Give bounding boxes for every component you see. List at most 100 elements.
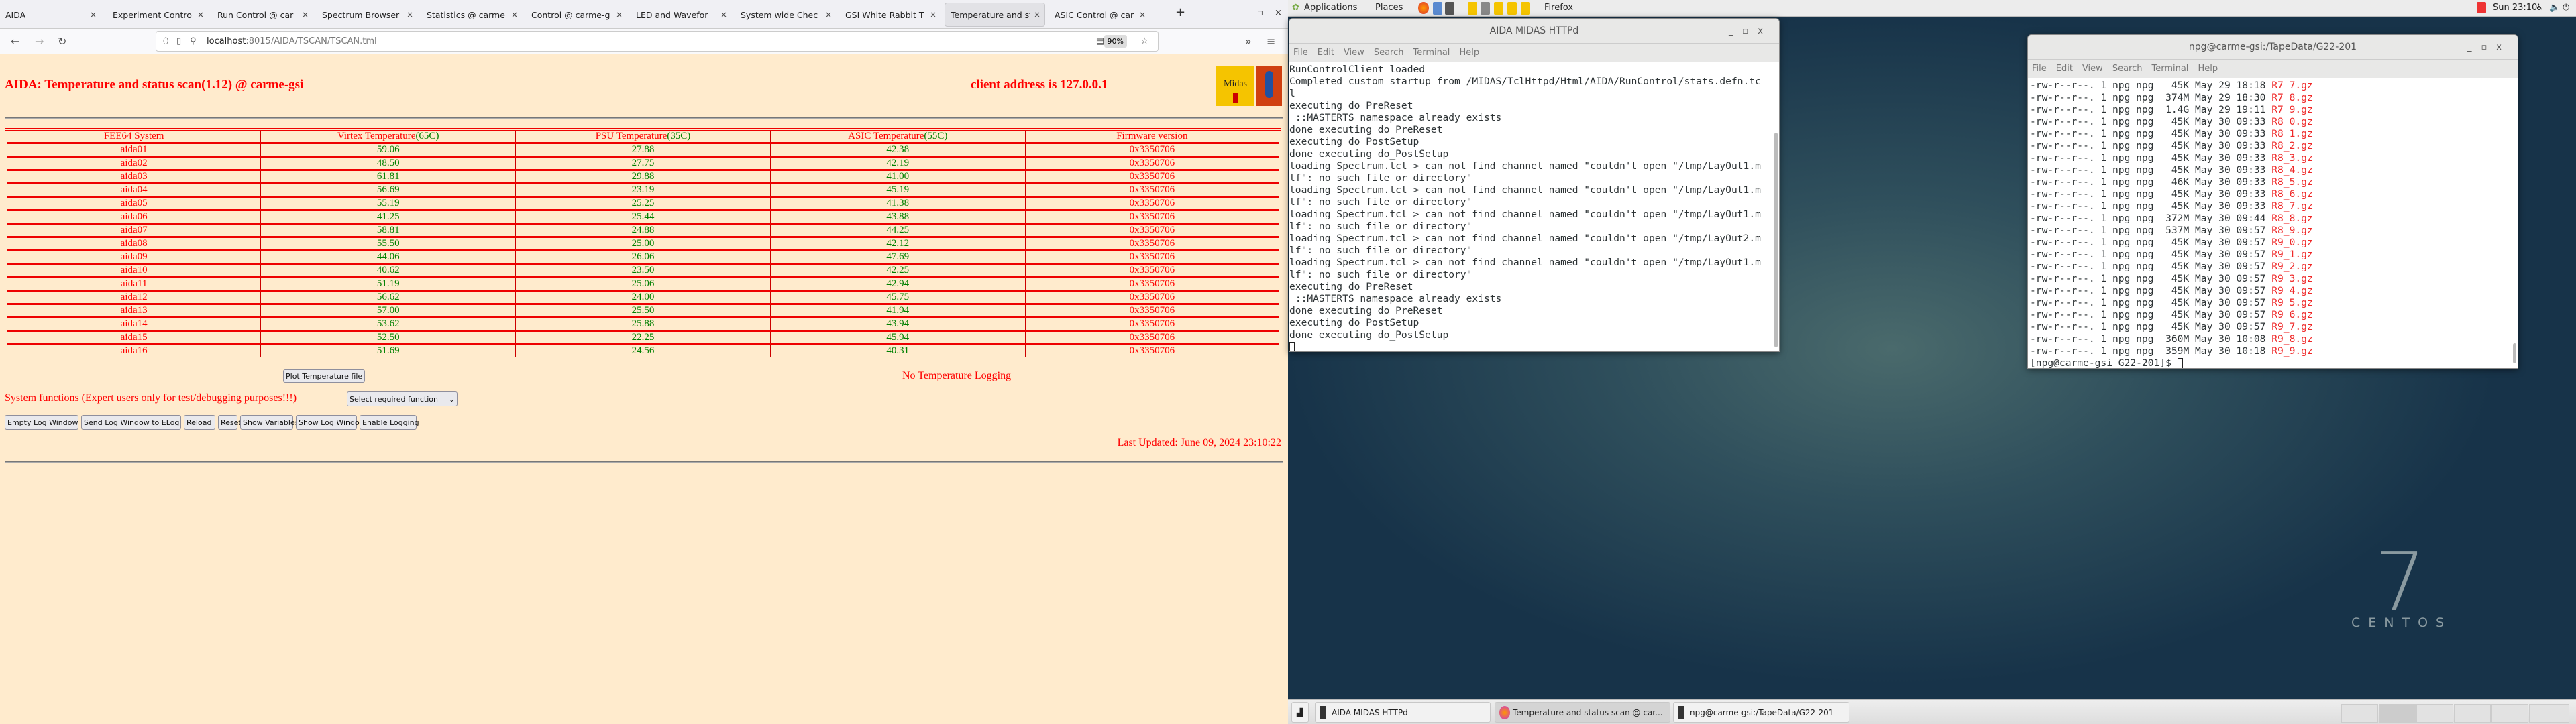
scrollbar[interactable] — [2513, 343, 2516, 363]
tab[interactable]: Temperature and st × — [945, 3, 1045, 27]
show-desktop-button[interactable]: ▟ — [1291, 702, 1309, 723]
monitor-launcher-icon[interactable] — [1481, 2, 1490, 15]
workspace-4[interactable] — [2454, 704, 2491, 723]
minimize-icon[interactable]: _ — [1240, 8, 1244, 18]
workspace-1[interactable] — [2341, 704, 2378, 723]
zoom-level[interactable]: 90% — [1104, 35, 1127, 48]
menu-file[interactable]: File — [1293, 48, 1308, 58]
menu-help[interactable]: Help — [2198, 64, 2218, 74]
reload-icon[interactable]: ↻ — [58, 35, 66, 48]
overflow-chevron-icon[interactable]: » — [1245, 35, 1252, 48]
empty-log-window-button[interactable]: Empty Log Window — [5, 415, 78, 430]
tab-bar: AIDA × Experiment Contro × Run Control @ car… — [0, 0, 1288, 29]
system-function-select[interactable]: Select required function ⌄ — [347, 391, 458, 406]
tab[interactable]: Control @ carme-g × — [526, 3, 627, 27]
volume-icon[interactable]: 🔈 — [2549, 3, 2560, 13]
workspace-5[interactable] — [2491, 704, 2528, 723]
new-tab-button[interactable]: + — [1175, 5, 1185, 19]
menu-search[interactable]: Search — [2112, 64, 2143, 74]
terminal-output[interactable]: -rw-r--r--. 1 npg npg 45K May 29 18:18 R… — [2028, 78, 2518, 368]
close-tab-icon[interactable]: × — [90, 10, 97, 19]
places-menu[interactable]: Places — [1375, 3, 1403, 13]
menu-help[interactable]: Help — [1459, 48, 1479, 58]
close-window-icon[interactable]: × — [1275, 8, 1282, 18]
permissions-icon[interactable]: ⚲ — [190, 36, 197, 46]
tab[interactable]: Statistics @ carme × — [421, 3, 522, 27]
tab[interactable]: System wide Chec × — [735, 3, 836, 27]
show-log-window-button[interactable]: Show Log Window — [296, 415, 366, 430]
terminal-tapedata[interactable]: npg@carme-gsi:/TapeData/G22-201 _▫x File E… — [2027, 34, 2518, 369]
close-tab-icon[interactable]: × — [616, 10, 623, 19]
tab[interactable]: AIDA × — [0, 3, 101, 27]
tab[interactable]: ASIC Control @ car × — [1049, 3, 1150, 27]
power-icon[interactable]: ⏻ — [2563, 3, 2569, 13]
menu-file[interactable]: File — [2032, 64, 2047, 74]
taskbar-item-tapedata-terminal[interactable]: npg@carme-gsi:/TapeData/G22-201 — [1673, 702, 1849, 723]
reload-button[interactable]: Reload — [184, 415, 215, 430]
tracking-shield-icon[interactable]: ⬯ — [163, 36, 168, 46]
terminal-launcher-icon[interactable] — [1445, 2, 1454, 15]
clock[interactable]: Sun 23:10 — [2493, 3, 2537, 13]
tab[interactable]: Experiment Contro × — [107, 3, 208, 27]
accessibility-icon[interactable]: ♿ — [2536, 3, 2544, 13]
workspace-2[interactable] — [2379, 704, 2416, 723]
window-controls[interactable]: _▫x — [2467, 35, 2511, 60]
enable-logging-button[interactable]: Enable Logging — [360, 415, 419, 430]
close-tab-icon[interactable]: × — [302, 10, 309, 19]
midas-launcher-icon[interactable] — [1507, 2, 1517, 15]
menu-view[interactable]: View — [1344, 48, 1364, 58]
back-icon[interactable]: ← — [11, 35, 19, 48]
close-tab-icon[interactable]: × — [197, 10, 204, 19]
plot-temperature-file-button[interactable]: Plot Temperature file — [283, 369, 366, 383]
workspace-3[interactable] — [2416, 704, 2453, 723]
menu-view[interactable]: View — [2082, 64, 2103, 74]
send-log-window-to-elog-button[interactable]: Send Log Window to ELog — [81, 415, 181, 430]
terminal-titlebar[interactable]: AIDA MIDAS HTTPd _▫x — [1289, 19, 1779, 44]
close-tab-icon[interactable]: × — [930, 10, 936, 19]
midas-logo[interactable]: Midas — [1216, 66, 1254, 106]
close-tab-icon[interactable]: × — [825, 10, 832, 19]
workspace-6[interactable] — [2529, 704, 2569, 723]
midas-launcher-icon[interactable] — [1468, 2, 1477, 15]
firefox-launcher-icon[interactable] — [1418, 2, 1429, 14]
window-controls[interactable]: _▫x — [1729, 19, 1772, 44]
tcl-logo[interactable] — [1256, 66, 1282, 106]
tab[interactable]: Spectrum Browser × — [317, 3, 417, 27]
taskbar-item-aida-midas-httpd[interactable]: AIDA MIDAS HTTPd — [1315, 702, 1491, 723]
menu-terminal[interactable]: Terminal — [1413, 48, 1450, 58]
notification-icon[interactable] — [2477, 2, 2486, 13]
scrollbar[interactable] — [1774, 133, 1778, 347]
file-meta: -rw-r--r--. 1 npg npg 360M May 30 10:08 — [2030, 333, 2272, 345]
close-tab-icon[interactable]: × — [511, 10, 518, 19]
applications-menu[interactable]: Applications — [1304, 3, 1357, 13]
close-tab-icon[interactable]: × — [1034, 10, 1040, 19]
show-variables-button[interactable]: Show Variables — [240, 415, 299, 430]
forward-icon[interactable]: → — [35, 35, 44, 48]
terminal-aida-midas-httpd[interactable]: AIDA MIDAS HTTPd _▫x File Edit View Search Te… — [1289, 18, 1780, 352]
tab[interactable]: GSI White Rabbit T × — [840, 3, 941, 27]
menu-edit[interactable]: Edit — [2056, 64, 2073, 74]
reader-view-icon[interactable]: ▤ — [1096, 36, 1104, 46]
close-tab-icon[interactable]: × — [407, 10, 413, 19]
reset-button[interactable]: Reset — [218, 415, 241, 430]
maximize-icon[interactable]: ▫ — [1257, 8, 1263, 18]
tab[interactable]: Run Control @ car × — [212, 3, 313, 27]
menu-search[interactable]: Search — [1374, 48, 1404, 58]
hamburger-menu-icon[interactable]: ≡ — [1267, 35, 1275, 48]
bookmark-star-icon[interactable]: ☆ — [1140, 36, 1148, 46]
url-text[interactable]: localhost:8015/AIDA/TSCAN/TSCAN.tml — [207, 36, 377, 46]
close-tab-icon[interactable]: × — [1139, 10, 1146, 19]
file-manager-icon[interactable] — [1433, 2, 1442, 15]
terminal-output[interactable]: RunControlClient loaded Completed custom … — [1289, 62, 1779, 351]
taskbar-item-firefox[interactable]: Temperature and status scan @ car... — [1495, 702, 1670, 723]
url-bar[interactable]: ⬯ ▯ ⚲ localhost:8015/AIDA/TSCAN/TSCAN.tm… — [156, 31, 1159, 52]
menu-terminal[interactable]: Terminal — [2151, 64, 2188, 74]
terminal-titlebar[interactable]: npg@carme-gsi:/TapeData/G22-201 _▫x — [2028, 35, 2518, 60]
close-tab-icon[interactable]: × — [720, 10, 727, 19]
midas-launcher-icon[interactable] — [1521, 2, 1530, 15]
show-desktop-icon: ▟ — [1297, 707, 1303, 717]
tab[interactable]: LED and Wavefor × — [631, 3, 731, 27]
menu-edit[interactable]: Edit — [1318, 48, 1334, 58]
midas-launcher-icon[interactable] — [1494, 2, 1503, 15]
active-app-label[interactable]: Firefox — [1544, 3, 1573, 13]
